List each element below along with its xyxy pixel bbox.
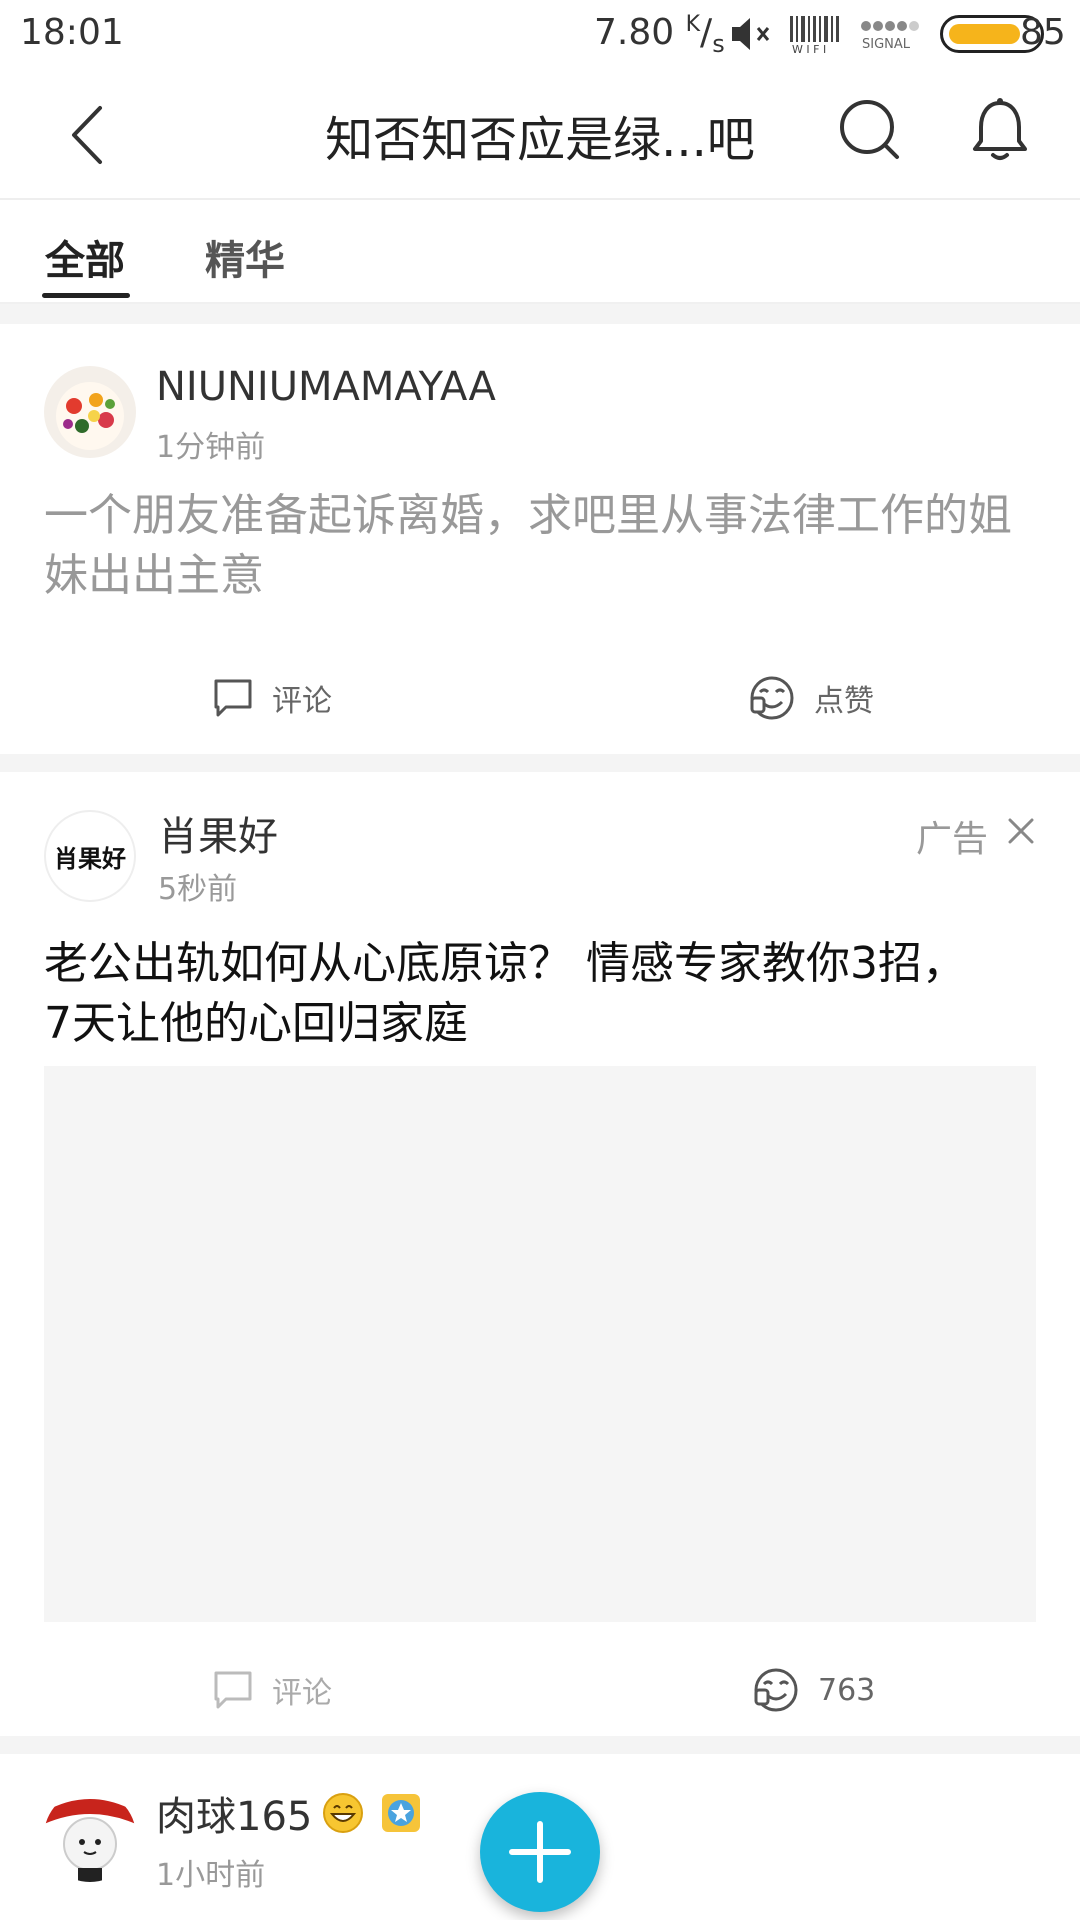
- grinning-emoji-icon: [323, 1793, 364, 1833]
- post-text[interactable]: 一个朋友准备起诉离婚，求吧里从事法律工作的姐妹出出主意: [44, 486, 1024, 606]
- create-post-button[interactable]: [480, 1792, 600, 1912]
- comment-icon: [214, 1671, 252, 1709]
- comment-icon: [214, 679, 252, 717]
- tab-featured[interactable]: 精华: [205, 228, 285, 286]
- ad-label: 广告: [916, 819, 989, 860]
- like-label: 点赞: [814, 684, 874, 719]
- back-arrow-icon[interactable]: [60, 100, 120, 170]
- status-bar: 18:01 7.80 K/s W I F I SIGNAL 85: [0, 0, 1080, 70]
- section-divider: [0, 754, 1080, 772]
- status-time: 18:01: [20, 12, 124, 53]
- wifi-icon: W I F I: [790, 16, 839, 54]
- svg-text:W I F I: W I F I: [792, 43, 826, 54]
- cartoon-avatar-icon: [44, 1790, 136, 1882]
- section-divider: [0, 1736, 1080, 1754]
- post-text[interactable]: 老公出轨如何从心底原谅？ 情感专家教你3招， 7天让他的心回归家庭: [44, 934, 1004, 1054]
- avatar[interactable]: [44, 366, 136, 458]
- net-speed: 7.80 K/s: [594, 12, 725, 59]
- post-time: 1分钟前: [156, 430, 266, 465]
- like-count: 763: [818, 1672, 876, 1708]
- top-bar: 知否知否应是绿...吧: [0, 70, 1080, 200]
- search-icon[interactable]: [835, 95, 905, 165]
- level-badge-icon: [382, 1794, 421, 1832]
- bell-icon[interactable]: [965, 95, 1035, 165]
- avatar[interactable]: [44, 1790, 136, 1882]
- like-face-icon: [750, 676, 794, 720]
- avatar[interactable]: 肖果好: [44, 810, 136, 902]
- food-photo-icon: [44, 366, 136, 458]
- comment-button[interactable]: 评论: [212, 1668, 332, 1712]
- post-username[interactable]: 肖果好: [158, 804, 278, 862]
- comment-label: 评论: [272, 684, 332, 719]
- ad-post-card[interactable]: 肖果好 肖果好 5秒前 广告 老公出轨如何从心底原谅？ 情感专家教你3招， 7天…: [0, 772, 1080, 1736]
- battery-fill: [949, 24, 1021, 44]
- tab-bar: 全部 精华: [0, 198, 1080, 304]
- net-speed-unit-top: K: [685, 12, 701, 37]
- ad-image[interactable]: [44, 1066, 1036, 1622]
- post-username[interactable]: 肉球165: [156, 1784, 422, 1842]
- post-time: 5秒前: [158, 872, 238, 907]
- section-divider: [0, 304, 1080, 324]
- tab-all[interactable]: 全部: [45, 228, 125, 286]
- mute-icon: [732, 18, 770, 50]
- active-tab-indicator: [42, 293, 130, 298]
- net-speed-value: 7.80: [594, 12, 675, 53]
- signal-4g-icon: SIGNAL: [861, 21, 919, 52]
- page-title: 知否知否应是绿...吧: [325, 112, 755, 168]
- avatar-logo-text: 肖果好: [54, 844, 126, 873]
- comment-label: 评论: [272, 1676, 332, 1711]
- like-button[interactable]: 763: [752, 1666, 875, 1714]
- close-icon[interactable]: [1006, 816, 1036, 846]
- post-username[interactable]: NIUNIUMAMAYAA: [156, 364, 496, 410]
- like-button[interactable]: 点赞: [748, 674, 874, 722]
- status-icons: W I F I SIGNAL: [730, 14, 1044, 54]
- battery-level: 85: [1020, 12, 1066, 53]
- plus-icon: [509, 1821, 571, 1883]
- comment-button[interactable]: 评论: [212, 676, 332, 720]
- username-text: 肉球165: [156, 1794, 313, 1840]
- post-time: 1小时前: [156, 1858, 266, 1893]
- post-card[interactable]: NIUNIUMAMAYAA 1分钟前 一个朋友准备起诉离婚，求吧里从事法律工作的…: [0, 324, 1080, 754]
- net-speed-unit-bottom: s: [712, 30, 725, 59]
- svg-text:SIGNAL: SIGNAL: [862, 37, 911, 52]
- like-face-icon: [754, 1668, 798, 1712]
